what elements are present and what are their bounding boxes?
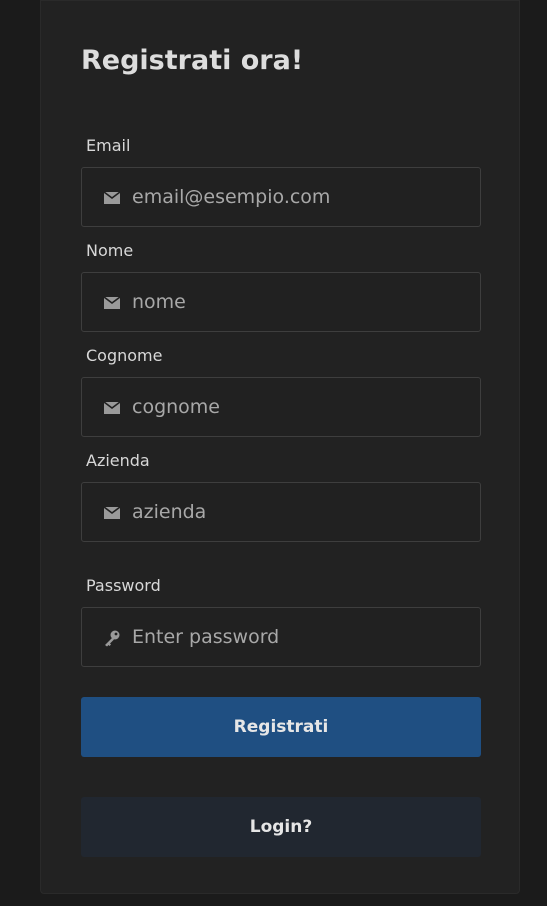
envelope-icon bbox=[102, 399, 122, 417]
cognome-field[interactable] bbox=[81, 377, 481, 437]
login-button[interactable]: Login? bbox=[81, 797, 481, 857]
password-label: Password bbox=[86, 576, 161, 595]
page-title: Registrati ora! bbox=[81, 45, 304, 76]
envelope-icon bbox=[102, 504, 122, 522]
password-input[interactable] bbox=[132, 608, 462, 666]
azienda-field[interactable] bbox=[81, 482, 481, 542]
password-field[interactable] bbox=[81, 607, 481, 667]
azienda-input[interactable] bbox=[132, 483, 462, 541]
nome-input[interactable] bbox=[132, 273, 462, 331]
cognome-label: Cognome bbox=[86, 346, 163, 365]
envelope-icon bbox=[102, 189, 122, 207]
nome-field[interactable] bbox=[81, 272, 481, 332]
registration-card: Registrati ora! Email Nome Cognome Azien… bbox=[40, 0, 520, 894]
register-button[interactable]: Registrati bbox=[81, 697, 481, 757]
email-label: Email bbox=[86, 136, 131, 155]
email-field[interactable] bbox=[81, 167, 481, 227]
envelope-icon bbox=[102, 294, 122, 312]
cognome-input[interactable] bbox=[132, 378, 462, 436]
nome-label: Nome bbox=[86, 241, 134, 260]
key-icon bbox=[102, 629, 122, 647]
azienda-label: Azienda bbox=[86, 451, 150, 470]
email-input[interactable] bbox=[132, 168, 462, 226]
